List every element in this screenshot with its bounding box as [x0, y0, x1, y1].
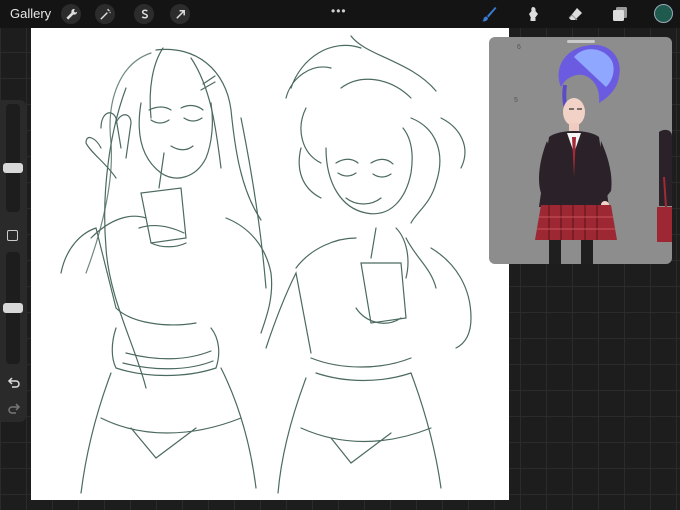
more-options-dots[interactable]: ••• [331, 4, 347, 18]
reference-mark-6: 6 [517, 44, 521, 51]
color-picker-swatch[interactable] [654, 4, 673, 23]
brush-size-slider[interactable] [6, 104, 20, 212]
drawing-canvas[interactable] [31, 28, 509, 500]
layers-icon[interactable] [611, 5, 629, 23]
reference-character-image [535, 44, 672, 264]
brush-icon[interactable] [480, 5, 498, 23]
modify-button-icon[interactable] [7, 230, 18, 241]
wrench-icon[interactable] [61, 4, 81, 24]
gallery-button[interactable]: Gallery [10, 6, 51, 21]
redo-icon[interactable] [7, 403, 21, 415]
reference-window[interactable]: 6 5 [489, 37, 672, 264]
reference-mark-5: 5 [514, 97, 518, 104]
selection-s-icon[interactable] [134, 4, 154, 24]
opacity-thumb[interactable] [3, 303, 23, 313]
pencil-sketch [60, 35, 472, 494]
smudge-icon[interactable] [524, 5, 542, 23]
undo-icon[interactable] [7, 377, 21, 389]
reference-drag-handle[interactable] [567, 40, 595, 43]
top-toolbar: Gallery ••• [0, 0, 680, 28]
brush-size-thumb[interactable] [3, 162, 23, 173]
eraser-icon[interactable] [567, 5, 585, 23]
magic-wand-icon[interactable] [95, 4, 115, 24]
transform-arrow-icon[interactable] [170, 4, 190, 24]
left-sidebar [0, 100, 26, 422]
